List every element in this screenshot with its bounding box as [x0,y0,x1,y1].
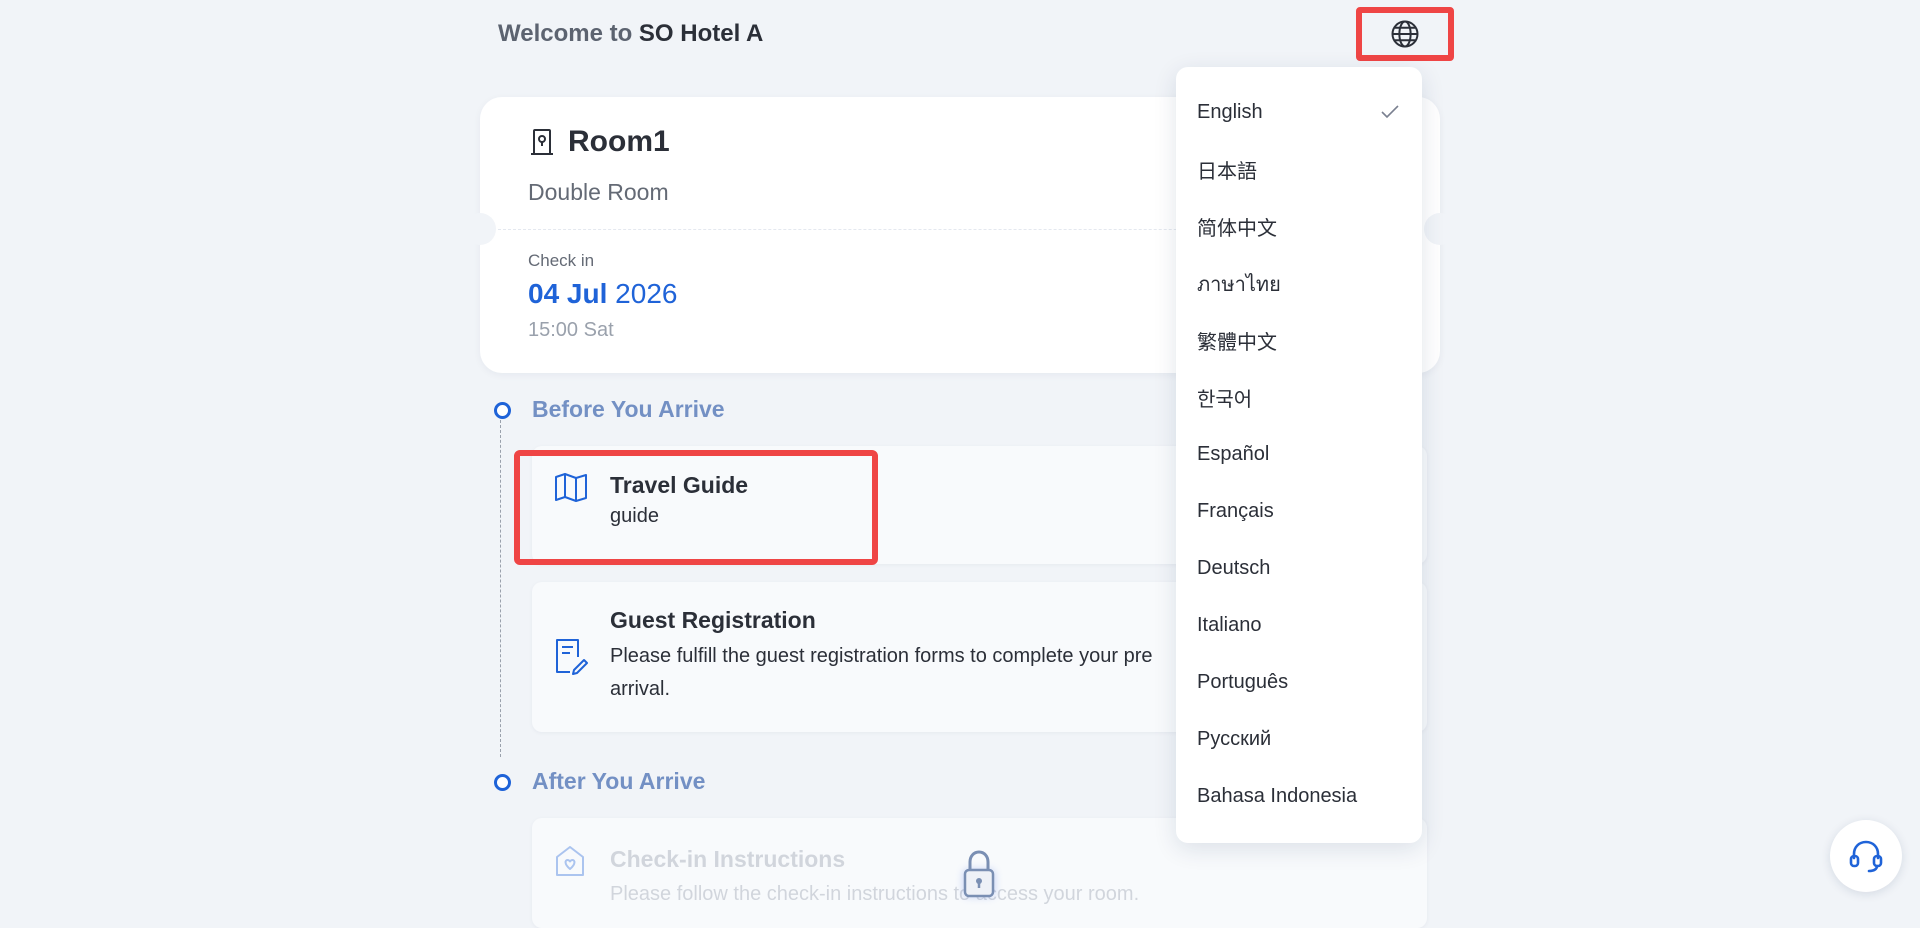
guest-registration-desc-line2: arrival. [610,678,671,700]
language-option-spanish[interactable]: Español [1176,426,1422,483]
language-option-german[interactable]: Deutsch [1176,540,1422,597]
timeline-line [500,415,501,757]
language-option-russian[interactable]: Русский [1176,711,1422,768]
support-button[interactable] [1830,820,1902,892]
timeline-dot-before [494,402,511,419]
checkin-date: 04 Jul 2026 [528,278,677,310]
room-title: Room1 [530,125,670,159]
language-option-korean[interactable]: 한국어 [1176,369,1422,426]
checkin-day-month: 04 Jul [528,278,608,309]
form-edit-icon [556,639,588,675]
language-button[interactable] [1356,7,1454,61]
checkin-label: Check in [528,251,595,270]
checkin-instructions-title: Check-in Instructions [610,846,846,872]
travel-guide-highlight [514,450,878,565]
check-icon [1381,105,1399,119]
lock-icon [963,850,995,898]
room-name: Room1 [568,125,670,158]
language-option-french[interactable]: Français [1176,483,1422,540]
checkin-instructions-desc: Please follow the check-in instructions … [610,883,1140,905]
room-type: Double Room [528,179,669,205]
timeline-dot-after [494,774,511,791]
guest-registration-desc: Please fulfill the guest registration fo… [610,640,1152,706]
hotel-name: SO Hotel A [638,20,764,47]
language-option-indonesian[interactable]: Bahasa Indonesia [1176,768,1422,825]
guest-registration-title: Guest Registration [610,607,816,633]
card-notch-right [1424,213,1456,245]
card-notch-left [464,213,496,245]
language-option-english[interactable]: English [1176,84,1422,141]
language-option-traditional-chinese[interactable]: 繁體中文 [1176,312,1422,369]
language-option-japanese[interactable]: 日本語 [1176,141,1422,198]
language-option-thai[interactable]: ภาษาไทย [1176,255,1422,312]
guest-registration-desc-line1: Please fulfill the guest registration fo… [610,645,1153,667]
checkin-year: 2026 [615,278,678,309]
language-option-simplified-chinese[interactable]: 简体中文 [1176,198,1422,255]
house-heart-icon [556,846,584,876]
language-menu: English 日本語 简体中文 ภาษาไทย 繁體中文 한국어 Españo… [1176,67,1422,843]
language-option-portuguese[interactable]: Português [1176,654,1422,711]
section-title-after: After You Arrive [532,768,706,794]
section-title-before: Before You Arrive [532,396,725,422]
globe-icon [1391,20,1419,48]
checkin-time: 15:00 Sat [528,319,614,341]
language-option-italian[interactable]: Italiano [1176,597,1422,654]
door-icon [531,129,553,155]
welcome-header: Welcome to SO Hotel A [498,20,763,48]
headset-icon [1849,840,1883,873]
welcome-prefix: Welcome to [498,20,633,47]
